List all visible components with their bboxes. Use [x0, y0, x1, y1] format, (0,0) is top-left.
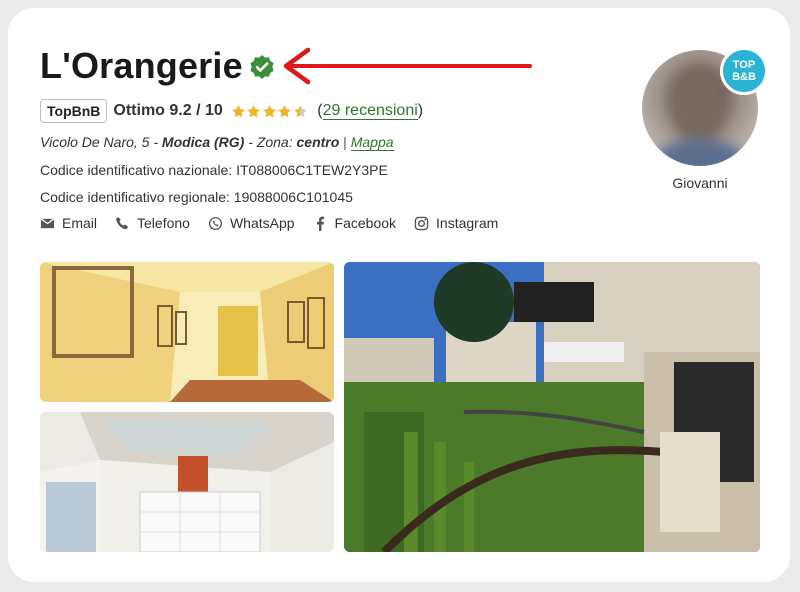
top-badge-line1: TOP — [732, 59, 756, 71]
contact-facebook-link[interactable]: Facebook — [313, 215, 396, 231]
title-row: L'Orangerie — [40, 46, 275, 86]
contact-email-link[interactable]: Email — [40, 215, 97, 231]
rating-row: TopBnB Ottimo 9.2 / 10 (29 recensioni) — [40, 99, 423, 123]
address-street: Vicolo De Naro, 5 - — [40, 134, 162, 150]
terrace-image — [344, 262, 760, 552]
email-icon — [40, 217, 55, 228]
star-icon — [262, 104, 276, 117]
photo-room[interactable] — [40, 412, 334, 552]
address-zone-label: - Zona: — [244, 134, 297, 150]
reviews-count: (29 recensioni) — [317, 102, 423, 120]
contact-phone-label: Telefono — [137, 215, 190, 231]
rating-score: Ottimo 9.2 / 10 — [113, 102, 223, 119]
contact-phone-link[interactable]: Telefono — [115, 215, 190, 231]
star-rating — [231, 104, 309, 119]
avatar-shirt — [650, 138, 750, 166]
whatsapp-icon — [208, 216, 223, 230]
photo-terrace[interactable] — [344, 262, 760, 552]
topbnb-badge: TopBnB — [40, 99, 108, 123]
contact-links: Email Telefono WhatsApp Facebook Instagr… — [40, 215, 516, 231]
contact-instagram-link[interactable]: Instagram — [414, 215, 498, 231]
avatar-face — [672, 68, 726, 146]
star-icon — [231, 104, 245, 117]
reviews-link[interactable]: 29 recensioni — [322, 102, 418, 120]
address-zone: centro — [296, 134, 340, 150]
contact-facebook-label: Facebook — [334, 215, 397, 231]
address-line: Vicolo De Naro, 5 - Modica (RG) - Zona: … — [40, 134, 394, 151]
top-badge-line2: B&B — [732, 71, 756, 83]
facebook-icon — [316, 216, 324, 231]
half-star-icon — [293, 104, 307, 117]
phone-icon — [115, 216, 128, 229]
host-name: Giovanni — [672, 175, 728, 191]
map-link[interactable]: Mappa — [350, 134, 394, 151]
verified-badge-icon — [250, 55, 274, 79]
room-image — [40, 412, 334, 552]
instagram-icon — [414, 216, 429, 230]
regional-code: Codice identificativo regionale: 1908800… — [40, 189, 353, 205]
corridor-image — [40, 262, 334, 402]
star-icon — [278, 104, 292, 117]
star-icon — [247, 104, 261, 117]
reviews-paren-open: ( — [317, 102, 323, 119]
address-city: Modica (RG) — [161, 134, 245, 150]
national-code: Codice identificativo nazionale: IT08800… — [40, 162, 388, 178]
contact-instagram-label: Instagram — [436, 215, 499, 231]
contact-whatsapp-link[interactable]: WhatsApp — [208, 215, 295, 231]
contact-whatsapp-label: WhatsApp — [229, 215, 295, 231]
red-arrow-annotation — [283, 47, 532, 85]
contact-email-label: Email — [62, 215, 98, 231]
page-title: L'Orangerie — [40, 45, 243, 86]
top-bnb-badge-icon: TOP B&B — [720, 47, 768, 95]
photo-corridor[interactable] — [40, 262, 334, 402]
address-separator: | — [339, 134, 351, 150]
reviews-paren-close: ) — [417, 102, 424, 119]
